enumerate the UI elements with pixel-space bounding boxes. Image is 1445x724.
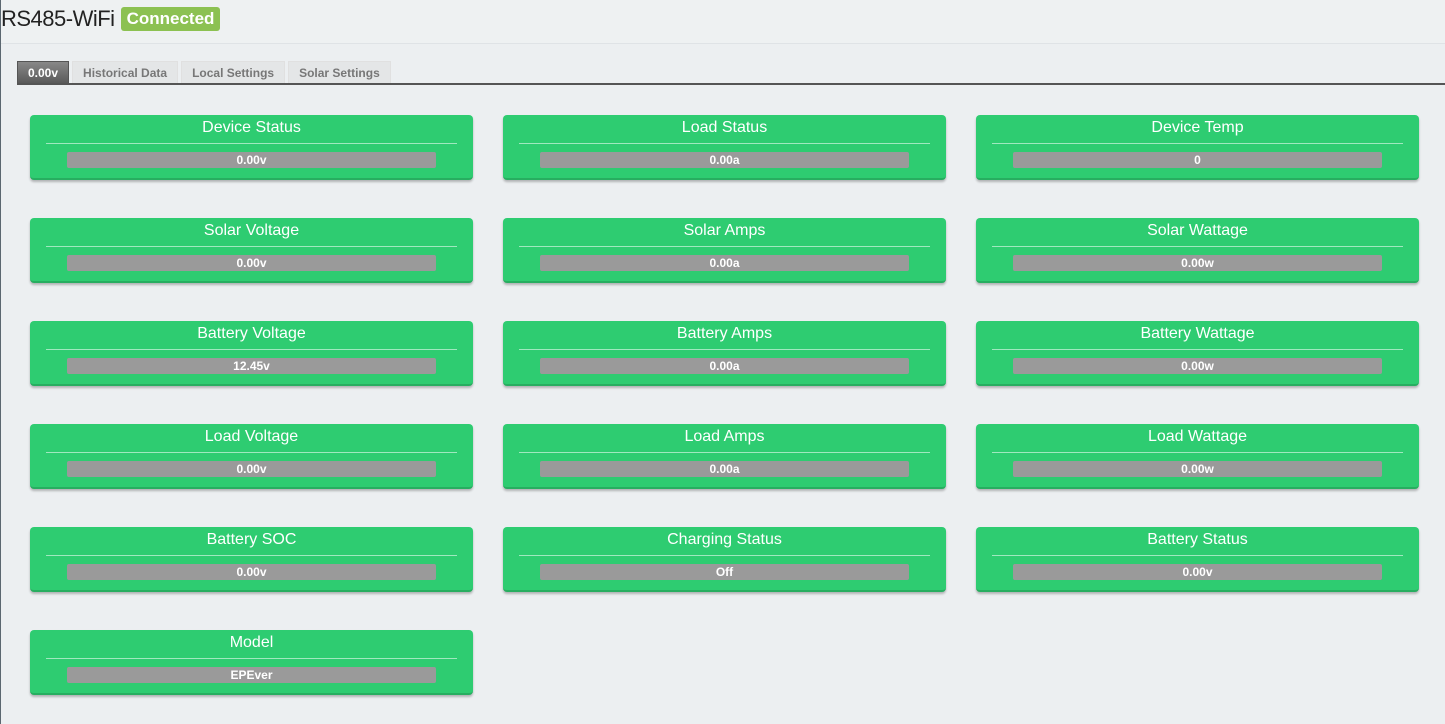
header: RS485-WiFi Connected: [0, 0, 1445, 44]
tab-historical-data[interactable]: Historical Data: [72, 61, 179, 83]
card-title: Solar Wattage: [1147, 222, 1248, 239]
card-value: 0.00a: [540, 461, 909, 477]
card-title: Device Status: [202, 119, 301, 136]
card-title: Load Status: [681, 119, 768, 136]
tab-local-settings[interactable]: Local Settings: [181, 61, 286, 83]
card-title: Battery Voltage: [197, 325, 306, 342]
card-battery-voltage: Battery Voltage 12.45v: [30, 321, 473, 386]
card-value: 0.00w: [1013, 461, 1382, 477]
card-device-temp: Device Temp 0: [976, 115, 1419, 180]
card-solar-voltage: Solar Voltage 0.00v: [30, 218, 473, 283]
card-charging-status: Charging Status Off: [503, 527, 946, 592]
card-battery-amps: Battery Amps 0.00a: [503, 321, 946, 386]
card-divider: [46, 246, 457, 247]
card-battery-status: Battery Status 0.00v: [976, 527, 1419, 592]
card-value: 0.00a: [540, 358, 909, 374]
card-title: Load Wattage: [1147, 428, 1248, 445]
card-divider: [46, 452, 457, 453]
card-divider: [519, 349, 930, 350]
tab-dashboard[interactable]: 0.00v: [17, 61, 70, 83]
card-value: EPEver: [67, 667, 436, 683]
card-divider: [992, 555, 1403, 556]
card-model: Model EPEver: [30, 630, 473, 695]
card-value: 12.45v: [67, 358, 436, 374]
card-title: Battery SOC: [206, 531, 297, 548]
card-load-status: Load Status 0.00a: [503, 115, 946, 180]
card-title: Device Temp: [1151, 119, 1244, 136]
card-value: 0.00w: [1013, 255, 1382, 271]
connection-status-badge: Connected: [120, 6, 221, 31]
card-value: 0.00a: [540, 255, 909, 271]
card-title: Battery Status: [1147, 531, 1248, 548]
card-value: 0.00a: [540, 152, 909, 168]
card-title: Model: [229, 634, 274, 651]
card-title: Solar Amps: [683, 222, 766, 239]
card-divider: [46, 555, 457, 556]
card-divider: [46, 349, 457, 350]
app-title: RS485-WiFi: [1, 5, 115, 31]
card-title: Charging Status: [667, 531, 782, 548]
card-device-status: Device Status 0.00v: [30, 115, 473, 180]
card-load-amps: Load Amps 0.00a: [503, 424, 946, 489]
card-divider: [46, 143, 457, 144]
card-battery-wattage: Battery Wattage 0.00w: [976, 321, 1419, 386]
tab-bar: 0.00v Historical Data Local Settings Sol…: [17, 61, 1445, 85]
card-divider: [992, 452, 1403, 453]
card-divider: [992, 349, 1403, 350]
card-battery-soc: Battery SOC 0.00v: [30, 527, 473, 592]
card-divider: [46, 658, 457, 659]
metrics-grid: Device Status 0.00v Load Status 0.00a De…: [30, 115, 1419, 695]
card-divider: [519, 143, 930, 144]
card-solar-amps: Solar Amps 0.00a: [503, 218, 946, 283]
card-value: 0.00v: [1013, 564, 1382, 580]
card-load-voltage: Load Voltage 0.00v: [30, 424, 473, 489]
card-value: Off: [540, 564, 909, 580]
card-title: Solar Voltage: [203, 222, 300, 239]
card-value: 0.00w: [1013, 358, 1382, 374]
card-divider: [992, 143, 1403, 144]
card-value: 0.00v: [67, 564, 436, 580]
card-value: 0.00v: [67, 461, 436, 477]
card-divider: [519, 246, 930, 247]
card-divider: [519, 555, 930, 556]
card-value: 0.00v: [67, 152, 436, 168]
card-divider: [519, 452, 930, 453]
card-load-wattage: Load Wattage 0.00w: [976, 424, 1419, 489]
card-title: Load Amps: [684, 428, 765, 445]
card-title: Battery Wattage: [1140, 325, 1255, 342]
window-edge: [0, 0, 1, 724]
card-value: 0: [1013, 152, 1382, 168]
card-value: 0.00v: [67, 255, 436, 271]
card-solar-wattage: Solar Wattage 0.00w: [976, 218, 1419, 283]
card-title: Load Voltage: [204, 428, 299, 445]
card-title: Battery Amps: [676, 325, 773, 342]
card-divider: [992, 246, 1403, 247]
tab-solar-settings[interactable]: Solar Settings: [288, 61, 391, 83]
